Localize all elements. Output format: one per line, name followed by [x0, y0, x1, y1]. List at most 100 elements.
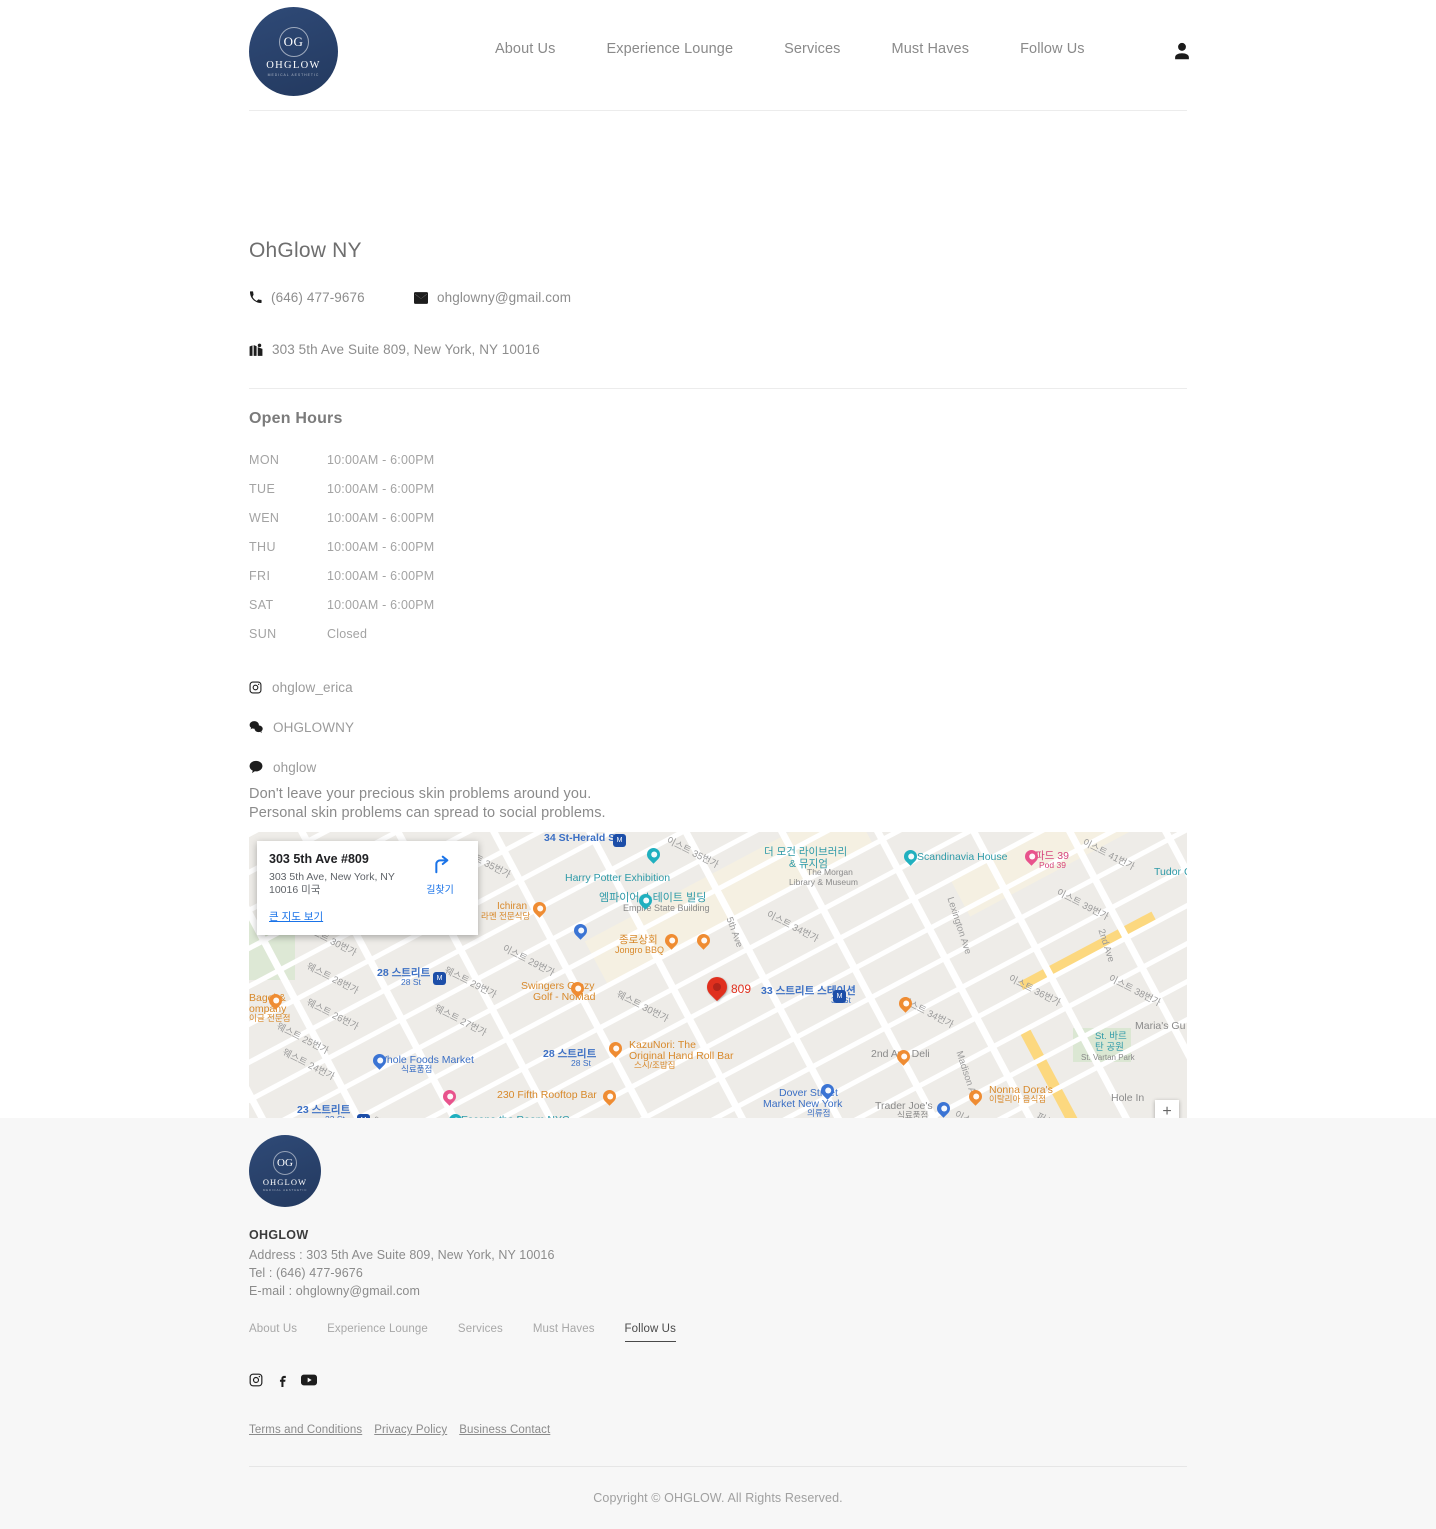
tagline-line-2: Personal skin problems can spread to soc…	[249, 804, 606, 821]
kakaotalk-icon	[249, 760, 263, 774]
logo-monogram: OG	[278, 26, 309, 57]
email-address: ohglowny@gmail.com	[437, 290, 572, 305]
map-label: Empire State Building	[623, 903, 710, 913]
nav-item-about-us[interactable]: About Us	[495, 41, 555, 57]
wechat-handle: OHGLOWNY	[273, 719, 355, 735]
phone-number: (646) 477-9676	[271, 290, 365, 305]
footer-logo-brand-text: OHGLOW	[262, 1176, 308, 1187]
store-tagline: Don't leave your precious skin problems …	[249, 785, 606, 822]
map-label: 스시/조밥집	[634, 1060, 676, 1070]
hours-time: 10:00AM - 6:00PM	[327, 511, 435, 525]
business-contact-link[interactable]: Business Contact	[459, 1424, 550, 1436]
hours-row: SUN Closed	[249, 627, 434, 656]
logo-circle: OG OHGLOW MEDICAL AESTHETIC	[249, 7, 338, 96]
privacy-policy-link[interactable]: Privacy Policy	[374, 1424, 447, 1436]
map-info-card[interactable]: 303 5th Ave #809 303 5th Ave, New York, …	[257, 841, 478, 935]
youtube-icon[interactable]	[301, 1373, 317, 1387]
hours-row: TUE 10:00AM - 6:00PM	[249, 482, 434, 511]
footer-nav-follow-us[interactable]: Follow Us	[624, 1323, 676, 1342]
footer-tel: Tel : (646) 477-9676	[249, 1266, 363, 1280]
tagline-line-1: Don't leave your precious skin problems …	[249, 786, 592, 802]
footer-nav-must-haves[interactable]: Must Haves	[533, 1323, 595, 1342]
map-label: 더 모건 라이브러리	[764, 846, 848, 858]
footer-address: Address : 303 5th Ave Suite 809, New Yor…	[249, 1248, 555, 1262]
hours-time: 10:00AM - 6:00PM	[327, 482, 435, 496]
facebook-icon[interactable]	[275, 1373, 289, 1387]
logo-brand-text: OHGLOW	[266, 59, 321, 71]
map-label: 230 Fifth Rooftop Bar	[497, 1089, 597, 1101]
footer-logo-tagline-text: MEDICAL AESTHETIC	[262, 1187, 308, 1192]
hours-row: FRI 10:00AM - 6:00PM	[249, 569, 434, 598]
map-subway-icon: M	[433, 972, 446, 985]
footer-navigation: About Us Experience Lounge Services Must…	[249, 1323, 706, 1342]
hours-day: WEN	[249, 511, 280, 525]
map-label: Tudor C	[1154, 866, 1187, 878]
account-icon[interactable]	[1171, 40, 1193, 62]
footer-nav-about-us[interactable]: About Us	[249, 1323, 297, 1342]
hours-time: Closed	[327, 627, 368, 641]
nav-item-experience-lounge[interactable]: Experience Lounge	[606, 41, 733, 57]
map-label: 34 St-Herald Sq	[544, 832, 622, 844]
hours-time: 10:00AM - 6:00PM	[327, 540, 435, 554]
directions-icon	[435, 855, 449, 874]
social-row-wechat[interactable]: OHGLOWNY	[249, 707, 354, 747]
open-hours-table: MON 10:00AM - 6:00PM TUE 10:00AM - 6:00P…	[249, 453, 434, 656]
phone-icon	[249, 291, 262, 304]
map-label: St. Vartan Park	[1081, 1053, 1135, 1062]
page-root: OG OHGLOW MEDICAL AESTHETIC About Us Exp…	[0, 0, 1436, 1529]
footer-logo-monogram: OG	[273, 1150, 297, 1175]
footer-nav-services[interactable]: Services	[458, 1323, 503, 1342]
divider-contact	[249, 388, 1187, 389]
nav-item-must-haves[interactable]: Must Haves	[892, 41, 970, 57]
divider-header	[249, 110, 1187, 111]
map-subway-icon: M	[833, 990, 846, 1003]
social-row-instagram[interactable]: ohglow_erica	[249, 667, 354, 707]
nav-item-services[interactable]: Services	[784, 41, 840, 57]
hours-row: THU 10:00AM - 6:00PM	[249, 540, 434, 569]
view-larger-map-link[interactable]: 큰 지도 보기	[269, 909, 323, 924]
social-handles: ohglow_erica OHGLOWNY ohglow	[249, 667, 354, 787]
terms-and-conditions-link[interactable]: Terms and Conditions	[249, 1424, 362, 1436]
copyright-text: Copyright © OHGLOW. All Rights Reserved.	[593, 1491, 843, 1505]
address-text: 303 5th Ave Suite 809, New York, NY 1001…	[272, 342, 540, 357]
directions-label: 길찾기	[426, 885, 454, 896]
open-hours-title: Open Hours	[249, 410, 343, 427]
address-row[interactable]: 303 5th Ave Suite 809, New York, NY 1001…	[249, 342, 540, 357]
hours-row: WEN 10:00AM - 6:00PM	[249, 511, 434, 540]
contact-row: (646) 477-9676 ohglowny@gmail.com	[249, 290, 571, 305]
site-footer: OG OHGLOW MEDICAL AESTHETIC OHGLOW Addre…	[0, 1118, 1436, 1529]
social-row-kakaotalk[interactable]: ohglow	[249, 747, 354, 787]
hours-row: MON 10:00AM - 6:00PM	[249, 453, 434, 482]
map-label: Market New York	[763, 1098, 843, 1110]
map-label: Golf - NoMad	[533, 991, 596, 1003]
map-label: Jongro BBQ	[615, 945, 665, 955]
email-item[interactable]: ohglowny@gmail.com	[414, 290, 571, 305]
footer-logo[interactable]: OG OHGLOW MEDICAL AESTHETIC	[249, 1135, 321, 1207]
footer-social-icons	[249, 1373, 317, 1387]
instagram-icon	[249, 681, 262, 694]
footer-email: E-mail : ohglowny@gmail.com	[249, 1284, 420, 1298]
page-title: OhGlow NY	[249, 239, 362, 262]
hours-time: 10:00AM - 6:00PM	[327, 598, 435, 612]
map-label: 28 St	[401, 977, 421, 987]
phone-item[interactable]: (646) 477-9676	[249, 290, 414, 305]
hours-day: FRI	[249, 569, 271, 583]
map-label: 식료품점	[401, 1064, 433, 1074]
map-label: Harry Potter Exhibition	[565, 872, 671, 884]
hours-day: SAT	[249, 598, 274, 612]
nav-item-follow-us[interactable]: Follow Us	[1020, 41, 1085, 57]
map-label: Scandinavia House	[917, 851, 1008, 863]
header-logo[interactable]: OG OHGLOW MEDICAL AESTHETIC	[249, 7, 338, 96]
info-card-address: 303 5th Ave, New York, NY 10016 미국	[269, 871, 395, 896]
hours-time: 10:00AM - 6:00PM	[327, 453, 435, 467]
logo-tagline-text: MEDICAL AESTHETIC	[267, 72, 320, 77]
map-label: 28 St	[571, 1058, 591, 1068]
wechat-icon	[249, 720, 263, 734]
footer-nav-experience-lounge[interactable]: Experience Lounge	[327, 1323, 428, 1342]
instagram-icon[interactable]	[249, 1373, 263, 1387]
instagram-handle: ohglow_erica	[272, 679, 353, 695]
map-label: Pod 39	[1039, 860, 1066, 870]
map-label: Hole In	[1111, 1092, 1145, 1104]
directions-button[interactable]: 길찾기	[414, 853, 466, 896]
map-label: 이탈리아 음식점	[989, 1094, 1047, 1104]
